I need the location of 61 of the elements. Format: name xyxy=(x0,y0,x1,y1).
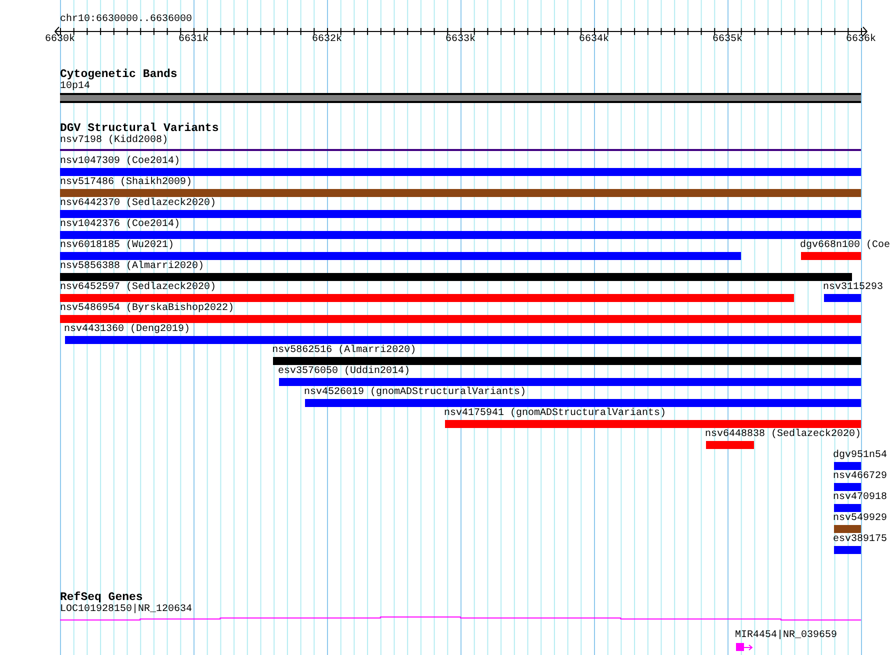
variant-bar[interactable] xyxy=(64,336,861,344)
feature-label: nsv6018185 (Wu2021) xyxy=(60,240,174,251)
variant-bar[interactable] xyxy=(834,546,861,554)
ruler-label: 6630k xyxy=(45,34,75,45)
feature-label: nsv4175941 (gnomADStructuralVariants) xyxy=(444,408,666,419)
gene-drawing[interactable] xyxy=(736,643,754,652)
feature-label: nsv1042376 (Coe2014) xyxy=(60,219,180,230)
feature-label: nsv5862516 (Almarri2020) xyxy=(272,345,416,356)
gene-line[interactable] xyxy=(60,615,861,621)
feature-label: nsv517486 (Shaikh2009) xyxy=(60,177,192,188)
variant-bar[interactable] xyxy=(834,462,861,470)
feature-label: nsv6452597 (Sedlazeck2020) xyxy=(60,282,216,293)
variant-bar[interactable] xyxy=(60,315,861,323)
variant-bar[interactable] xyxy=(60,231,861,239)
variant-bar[interactable] xyxy=(706,441,754,449)
feature-label: nsv4431360 (Deng2019) xyxy=(64,324,190,335)
variant-bar[interactable] xyxy=(304,399,861,407)
variant-bar[interactable] xyxy=(445,420,861,428)
feature-label: esv389175 xyxy=(833,534,888,545)
feature-label: nsv4526019 (gnomADStructuralVariants) xyxy=(304,387,526,398)
feature-label: dgv951n54 xyxy=(833,450,888,461)
variant-bar[interactable] xyxy=(273,357,861,365)
variant-bar[interactable] xyxy=(824,294,861,302)
variant-bar[interactable] xyxy=(60,189,861,197)
variant-bar[interactable] xyxy=(278,378,861,386)
ruler-label: 6631k xyxy=(178,34,208,45)
track-title: DGV Structural Variants xyxy=(60,123,219,135)
ruler-label: 6632k xyxy=(312,34,342,45)
ruler-label: 6636k xyxy=(846,34,876,45)
feature-label: nsv7198 (Kidd2008) xyxy=(60,135,168,146)
variant-bar[interactable] xyxy=(60,252,741,260)
band-label: 10p14 xyxy=(60,81,90,92)
location-label: chr10:6630000..6636000 xyxy=(60,14,192,25)
ruler-label: 6634k xyxy=(579,34,609,45)
variant-bar[interactable] xyxy=(60,210,861,218)
feature-label: MIR4454|NR_039659 xyxy=(735,630,838,641)
feature-label: esv3576050 (Uddin2014) xyxy=(278,366,410,377)
feature-label: nsv466729 xyxy=(833,471,888,482)
feature-label: nsv6448838 (Sedlazeck2020) xyxy=(705,429,862,440)
variant-bar[interactable] xyxy=(60,273,852,281)
variant-line[interactable] xyxy=(60,149,861,151)
variant-bar[interactable] xyxy=(834,504,861,512)
variant-bar[interactable] xyxy=(834,483,861,491)
variant-bar[interactable] xyxy=(60,294,794,302)
feature-label: nsv3115293 xyxy=(823,282,884,293)
feature-label: nsv6442370 (Sedlazeck2020) xyxy=(60,198,216,209)
band-bar[interactable] xyxy=(60,93,861,103)
feature-label: dgv668n100 (Coe xyxy=(800,240,890,251)
feature-label: nsv5486954 (ByrskaBishop2022) xyxy=(60,303,234,314)
track-title: Cytogenetic Bands xyxy=(60,69,178,81)
variant-bar[interactable] xyxy=(834,525,861,533)
feature-label: nsv549929 xyxy=(833,513,888,524)
ruler-label: 6633k xyxy=(446,34,476,45)
variant-bar[interactable] xyxy=(801,252,861,260)
feature-label: nsv1047309 (Coe2014) xyxy=(60,156,180,167)
variant-bar[interactable] xyxy=(60,168,861,176)
ruler-label: 6635k xyxy=(712,34,742,45)
feature-label: nsv5856388 (Almarri2020) xyxy=(60,261,204,272)
feature-label: LOC101928150|NR_120634 xyxy=(60,604,192,615)
track-title: RefSeq Genes xyxy=(60,592,143,604)
feature-label: nsv470918 xyxy=(833,492,888,503)
